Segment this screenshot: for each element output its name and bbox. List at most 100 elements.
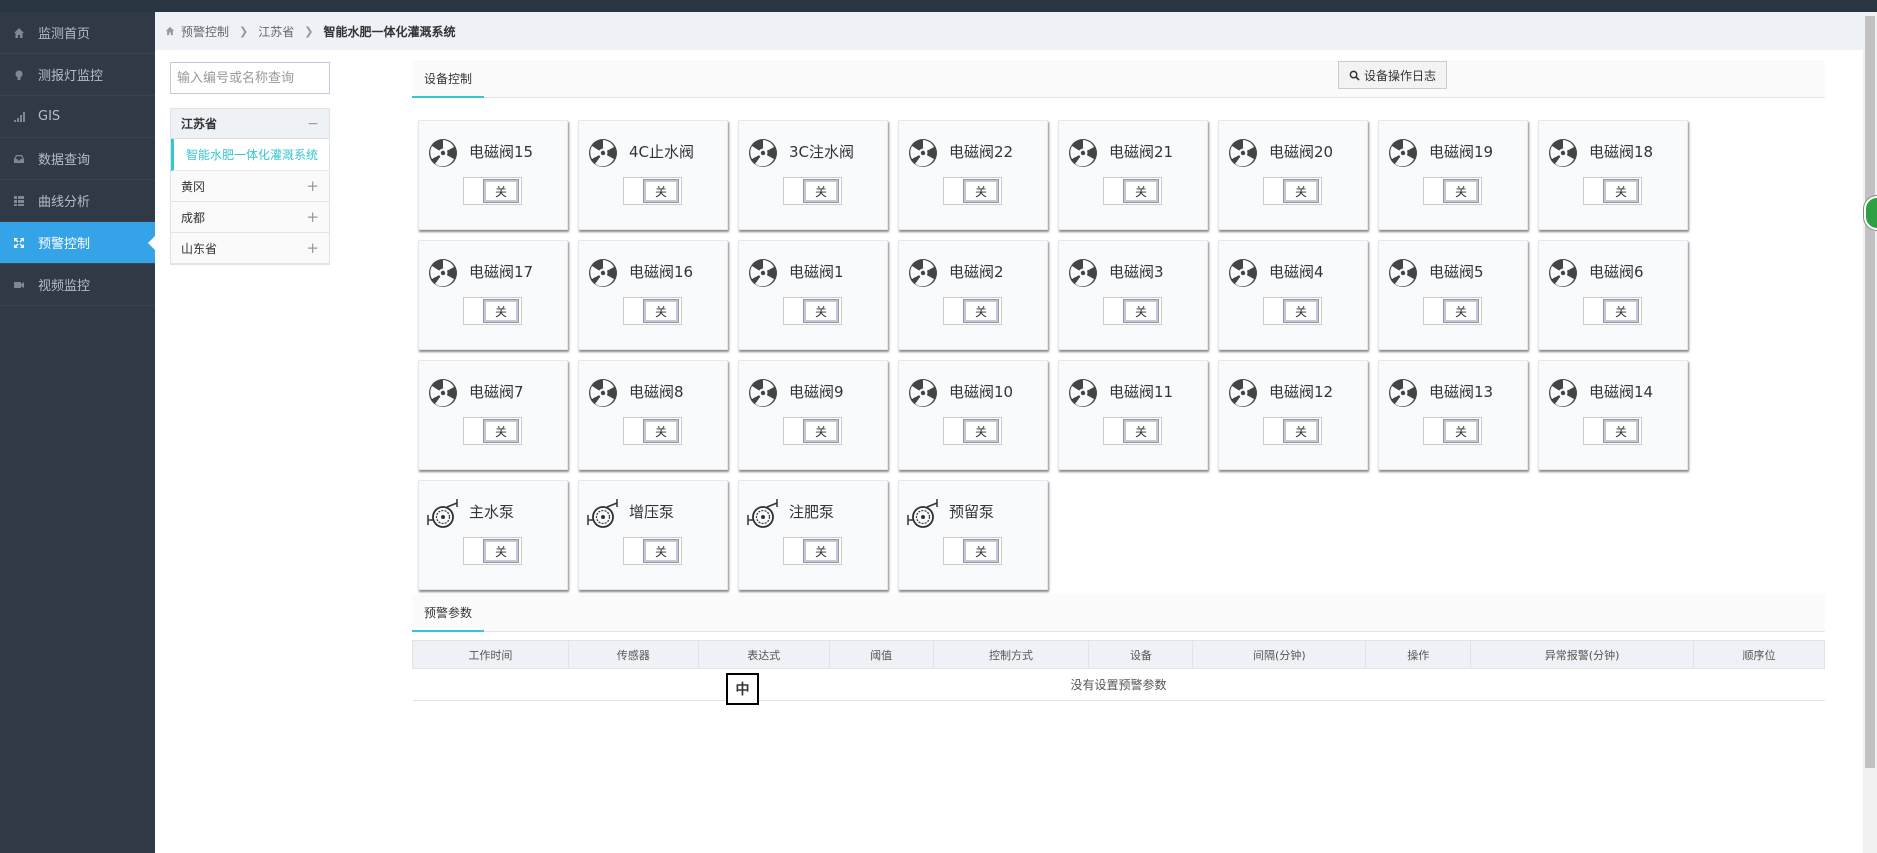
sidebar-item-curve-analysis[interactable]: 曲线分析 bbox=[0, 180, 155, 222]
device-switch-state[interactable]: 关 bbox=[1603, 299, 1639, 323]
device-switch[interactable]: 关 bbox=[943, 297, 1002, 325]
device-switch-state[interactable]: 关 bbox=[483, 299, 519, 323]
valve-fan-icon bbox=[747, 257, 779, 289]
device-switch-state[interactable]: 关 bbox=[803, 179, 839, 203]
sidebar-item-label: 监测首页 bbox=[38, 27, 91, 42]
device-switch-state[interactable]: 关 bbox=[1443, 419, 1479, 443]
device-switch[interactable]: 关 bbox=[1583, 417, 1642, 445]
device-switch[interactable]: 关 bbox=[463, 537, 522, 565]
collapse-icon[interactable]: − bbox=[307, 116, 319, 132]
device-switch-state[interactable]: 关 bbox=[803, 539, 839, 563]
expand-icon[interactable]: + bbox=[306, 177, 319, 195]
device-switch[interactable]: 关 bbox=[943, 417, 1002, 445]
device-switch[interactable]: 关 bbox=[623, 177, 682, 205]
device-card: 电磁阀8 关 bbox=[578, 360, 728, 470]
device-switch-state[interactable]: 关 bbox=[963, 419, 999, 443]
device-switch[interactable]: 关 bbox=[1103, 177, 1162, 205]
device-switch-state[interactable]: 关 bbox=[1123, 299, 1159, 323]
device-switch[interactable]: 关 bbox=[783, 177, 842, 205]
tab-alarm-params[interactable]: 预警参数 bbox=[412, 594, 485, 632]
sidebar-item-data-query[interactable]: 数据查询 bbox=[0, 138, 155, 180]
device-label: 电磁阀13 bbox=[1429, 383, 1494, 401]
device-switch[interactable]: 关 bbox=[1423, 177, 1482, 205]
device-switch[interactable]: 关 bbox=[623, 297, 682, 325]
sidebar-item-alarm-control[interactable]: 预警控制 bbox=[0, 222, 156, 264]
device-switch-state[interactable]: 关 bbox=[483, 539, 519, 563]
device-switch-state[interactable]: 关 bbox=[1283, 299, 1319, 323]
device-switch-state[interactable]: 关 bbox=[643, 539, 679, 563]
sidebar-item-video-monitor[interactable]: 视频监控 bbox=[0, 264, 155, 306]
scrollbar[interactable] bbox=[1863, 12, 1877, 853]
device-log-button[interactable]: 设备操作日志 bbox=[1338, 61, 1448, 89]
device-label: 增压泵 bbox=[629, 503, 675, 521]
device-switch-state[interactable]: 关 bbox=[1283, 179, 1319, 203]
column-header: 操作 bbox=[1365, 640, 1472, 669]
breadcrumb-link[interactable]: 江苏省 bbox=[258, 23, 294, 40]
device-switch-state[interactable]: 关 bbox=[803, 299, 839, 323]
device-switch-state[interactable]: 关 bbox=[483, 179, 519, 203]
device-switch-state[interactable]: 关 bbox=[643, 179, 679, 203]
device-switch-state[interactable]: 关 bbox=[643, 299, 679, 323]
device-switch-state[interactable]: 关 bbox=[1123, 179, 1159, 203]
breadcrumb-link[interactable]: 预警控制 bbox=[181, 23, 229, 40]
device-switch[interactable]: 关 bbox=[463, 417, 522, 445]
device-switch-state[interactable]: 关 bbox=[483, 419, 519, 443]
tree-item[interactable]: 山东省 + bbox=[171, 233, 329, 264]
device-switch[interactable]: 关 bbox=[1583, 297, 1642, 325]
sidebar-item-lamp-monitor[interactable]: 测报灯监控 bbox=[0, 54, 155, 96]
device-switch-state[interactable]: 关 bbox=[963, 179, 999, 203]
tab-device-control[interactable]: 设备控制 bbox=[412, 60, 485, 98]
device-switch-state[interactable]: 关 bbox=[1443, 299, 1479, 323]
tree-item[interactable]: 黄冈 + bbox=[171, 171, 329, 202]
device-switch[interactable]: 关 bbox=[1263, 177, 1322, 205]
table-empty-row: 没有设置预警参数 bbox=[412, 668, 1825, 701]
device-label: 电磁阀14 bbox=[1589, 383, 1654, 401]
column-header: 设备 bbox=[1088, 640, 1194, 669]
device-switch[interactable]: 关 bbox=[1263, 417, 1322, 445]
device-switch[interactable]: 关 bbox=[623, 537, 682, 565]
device-switch-state[interactable]: 关 bbox=[803, 419, 839, 443]
device-switch[interactable]: 关 bbox=[1583, 177, 1642, 205]
device-card: 电磁阀15 关 bbox=[418, 120, 568, 230]
sidebar-item-home[interactable]: 监测首页 bbox=[0, 12, 155, 54]
device-switch[interactable]: 关 bbox=[463, 177, 522, 205]
device-switch-state[interactable]: 关 bbox=[1603, 179, 1639, 203]
device-switch-state[interactable]: 关 bbox=[1283, 419, 1319, 443]
scrollbar-thumb[interactable] bbox=[1865, 16, 1875, 768]
valve-fan-icon bbox=[1227, 257, 1259, 289]
device-switch[interactable]: 关 bbox=[943, 537, 1002, 565]
sidebar-item-gis[interactable]: GIS bbox=[0, 96, 155, 138]
device-card: 电磁阀2 关 bbox=[898, 240, 1048, 350]
tree-item[interactable]: 成都 + bbox=[171, 202, 329, 233]
device-label: 电磁阀2 bbox=[949, 263, 1004, 281]
search-input[interactable] bbox=[170, 62, 330, 94]
floating-status-button[interactable] bbox=[1864, 196, 1877, 230]
device-card: 注肥泵关 bbox=[738, 480, 888, 590]
tree-item-selected[interactable]: 智能水肥一体化灌溉系统 bbox=[171, 139, 329, 171]
device-switch[interactable]: 关 bbox=[1263, 297, 1322, 325]
device-switch-state[interactable]: 关 bbox=[1123, 419, 1159, 443]
device-switch[interactable]: 关 bbox=[463, 297, 522, 325]
device-card: 电磁阀5 关 bbox=[1378, 240, 1528, 350]
device-switch[interactable]: 关 bbox=[1423, 297, 1482, 325]
device-switch-state[interactable]: 关 bbox=[1443, 179, 1479, 203]
device-switch[interactable]: 关 bbox=[1103, 297, 1162, 325]
device-switch[interactable]: 关 bbox=[1103, 417, 1162, 445]
device-switch[interactable]: 关 bbox=[783, 417, 842, 445]
device-card: 电磁阀6 关 bbox=[1538, 240, 1688, 350]
device-switch[interactable]: 关 bbox=[783, 537, 842, 565]
device-label: 预留泵 bbox=[949, 503, 995, 521]
device-switch-state[interactable]: 关 bbox=[643, 419, 679, 443]
expand-icon[interactable]: + bbox=[306, 208, 319, 226]
device-switch[interactable]: 关 bbox=[783, 297, 842, 325]
device-switch-state[interactable]: 关 bbox=[963, 299, 999, 323]
expand-icon[interactable]: + bbox=[306, 239, 319, 257]
device-switch-state[interactable]: 关 bbox=[1603, 419, 1639, 443]
tree-group-jiangsu[interactable]: 江苏省 − bbox=[171, 109, 329, 139]
device-switch[interactable]: 关 bbox=[623, 417, 682, 445]
device-switch[interactable]: 关 bbox=[943, 177, 1002, 205]
ime-indicator[interactable]: 中 bbox=[726, 673, 759, 705]
device-switch[interactable]: 关 bbox=[1423, 417, 1482, 445]
device-label: 电磁阀11 bbox=[1109, 383, 1174, 401]
device-switch-state[interactable]: 关 bbox=[963, 539, 999, 563]
